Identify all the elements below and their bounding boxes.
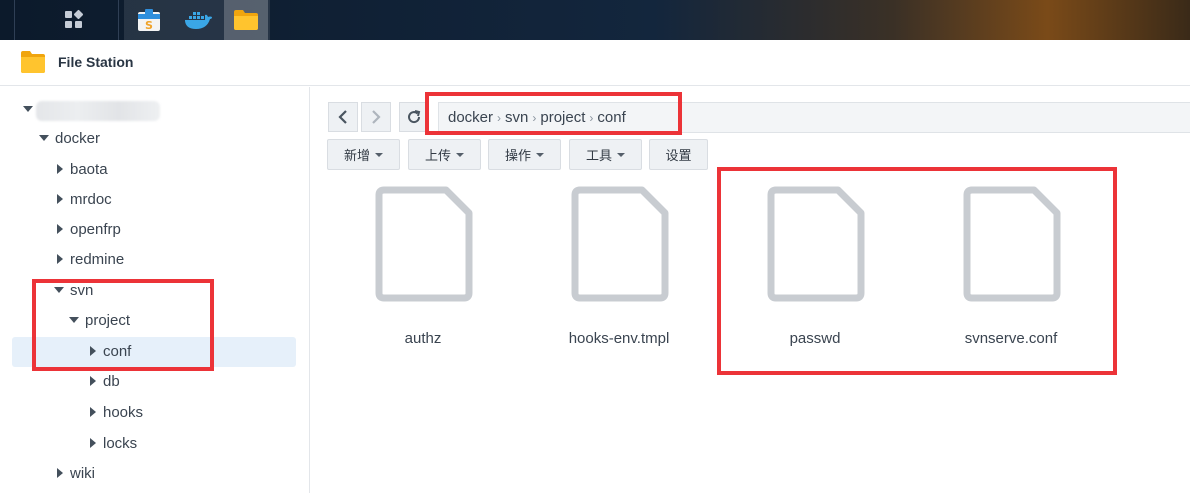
chevron-down-icon[interactable] xyxy=(69,317,79,323)
tree-item-redmine[interactable]: redmine xyxy=(12,245,296,275)
file-name: hooks-env.tmpl xyxy=(568,330,670,347)
docker-button[interactable] xyxy=(176,0,220,40)
caret-down-icon xyxy=(456,152,464,157)
file-item-authz[interactable]: authz xyxy=(333,180,513,360)
chevron-left-icon xyxy=(338,110,347,124)
tree-item-label: db xyxy=(103,373,120,390)
tree-item-openfrp[interactable]: openfrp xyxy=(12,215,296,245)
breadcrumb-svn[interactable]: svn xyxy=(505,109,528,126)
caret-down-icon xyxy=(375,152,383,157)
upload-button[interactable]: 上传 xyxy=(408,139,481,170)
window-header: File Station xyxy=(0,40,1190,86)
tree-item-label: conf xyxy=(103,343,132,360)
chevron-right-icon[interactable] xyxy=(57,194,63,204)
chevron-right-icon[interactable] xyxy=(90,346,96,356)
taskbar: S xyxy=(0,0,1190,40)
main-menu-button[interactable] xyxy=(52,0,96,40)
svg-text:S: S xyxy=(145,19,153,32)
sidebar: docker baota mrdoc openfrp redmine svn p… xyxy=(0,87,310,493)
caret-down-icon xyxy=(617,152,625,157)
chevron-right-icon[interactable] xyxy=(57,224,63,234)
chevron-right-icon[interactable] xyxy=(90,376,96,386)
docker-icon xyxy=(185,12,212,29)
chevron-right-icon[interactable] xyxy=(90,438,96,448)
tree-root[interactable] xyxy=(12,95,296,125)
action-button-label: 操作 xyxy=(504,149,531,164)
chevron-right-icon[interactable] xyxy=(57,164,63,174)
chevron-down-icon[interactable] xyxy=(54,287,64,293)
tree-item-label: wiki xyxy=(70,465,95,482)
chevron-right-icon[interactable] xyxy=(57,254,63,264)
file-item-hooks-env-tmpl[interactable]: hooks-env.tmpl xyxy=(529,180,709,360)
tools-button[interactable]: 工具 xyxy=(569,139,642,170)
file-item-svnserve-conf[interactable]: svnserve.conf xyxy=(921,180,1101,360)
file-station-icon xyxy=(234,10,258,30)
upload-button-label: 上传 xyxy=(424,149,451,164)
breadcrumb-separator-icon: › xyxy=(532,110,537,125)
folder-icon xyxy=(21,51,45,73)
tree-item-label: openfrp xyxy=(70,221,121,238)
chevron-right-icon[interactable] xyxy=(90,407,96,417)
tree-item-label: project xyxy=(85,312,131,329)
chevron-down-icon[interactable] xyxy=(23,106,33,112)
tree-item-label: hooks xyxy=(103,404,144,421)
tree-item-label: locks xyxy=(103,435,138,452)
tree-item-locks[interactable]: locks xyxy=(12,429,296,459)
tree-item-label: svn xyxy=(70,282,94,299)
taskbar-separator xyxy=(118,0,119,40)
breadcrumb-docker[interactable]: docker xyxy=(448,109,493,126)
refresh-button[interactable] xyxy=(399,102,429,132)
tree-item-conf[interactable]: conf xyxy=(12,337,296,367)
file-name: svnserve.conf xyxy=(964,330,1058,347)
package-center-button[interactable]: S xyxy=(127,0,171,40)
redacted-root-name xyxy=(36,101,160,121)
path-bar[interactable]: docker › svn › project › conf xyxy=(438,102,1190,133)
new-button-label: 新增 xyxy=(343,149,370,164)
tree-item-baota[interactable]: baota xyxy=(12,155,296,185)
tree-item-mrdoc[interactable]: mrdoc xyxy=(12,185,296,215)
breadcrumb-separator-icon: › xyxy=(497,110,502,125)
tree-item-label: baota xyxy=(70,161,108,178)
file-station-taskbar-button[interactable] xyxy=(224,0,268,40)
settings-button[interactable]: 设置 xyxy=(649,139,708,170)
file-name: authz xyxy=(404,330,442,347)
tree-item-label: docker xyxy=(55,130,101,147)
main-menu-icon xyxy=(65,9,84,28)
file-icon xyxy=(375,186,473,302)
caret-down-icon xyxy=(536,152,544,157)
new-button[interactable]: 新增 xyxy=(327,139,400,170)
tree-item-db[interactable]: db xyxy=(12,367,296,397)
refresh-icon xyxy=(408,110,421,124)
file-name: passwd xyxy=(789,330,841,347)
tools-button-label: 工具 xyxy=(585,149,612,164)
breadcrumb-separator-icon: › xyxy=(589,110,594,125)
tree-item-wiki[interactable]: wiki xyxy=(12,459,296,489)
back-button[interactable] xyxy=(328,102,358,132)
package-center-icon: S xyxy=(138,9,160,32)
settings-button-label: 设置 xyxy=(665,149,692,164)
tree-item-docker[interactable]: docker xyxy=(12,124,296,154)
tree-item-label: redmine xyxy=(70,251,125,268)
window-title: File Station xyxy=(58,54,134,70)
file-item-passwd[interactable]: passwd xyxy=(725,180,905,360)
file-icon xyxy=(571,186,669,302)
forward-button[interactable] xyxy=(361,102,391,132)
chevron-down-icon[interactable] xyxy=(39,135,49,141)
tree-item-svn[interactable]: svn xyxy=(12,276,296,306)
tree-item-project[interactable]: project xyxy=(12,306,296,336)
taskbar-separator xyxy=(14,0,15,40)
chevron-right-icon[interactable] xyxy=(57,468,63,478)
file-icon xyxy=(963,186,1061,302)
breadcrumb-project[interactable]: project xyxy=(540,109,585,126)
file-icon xyxy=(767,186,865,302)
action-button[interactable]: 操作 xyxy=(488,139,561,170)
chevron-right-icon xyxy=(372,110,381,124)
tree-item-label: mrdoc xyxy=(70,191,112,208)
breadcrumb-conf[interactable]: conf xyxy=(597,109,625,126)
tree-item-hooks[interactable]: hooks xyxy=(12,398,296,428)
